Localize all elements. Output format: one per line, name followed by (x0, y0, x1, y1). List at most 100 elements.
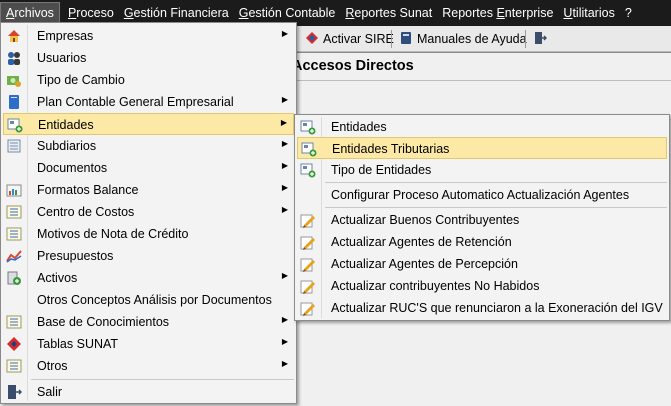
menu-separator (31, 379, 294, 380)
submenu-arrow-icon: ▶ (281, 271, 288, 280)
menu-help-label: ? (624, 6, 632, 20)
submenu-item-entidades[interactable]: Entidades (297, 116, 667, 138)
activar-sire-label: Activar SIRE (323, 32, 394, 46)
edit-icon (300, 256, 316, 272)
menu-proceso[interactable]: Proceso (63, 2, 119, 24)
submenu-item-label: Entidades Tributarias (332, 142, 450, 156)
exit-icon (6, 384, 23, 400)
menu-item-salir[interactable]: Salir (3, 381, 294, 403)
menu-item-tablas-sunat[interactable]: Tablas SUNAT ▶ (3, 333, 294, 355)
menu-item-label: Subdiarios (37, 139, 97, 153)
menu-item-label: Empresas (37, 29, 94, 43)
submenu-item-actualizar-buenos-contribuyentes[interactable]: Actualizar Buenos Contribuyentes (297, 209, 667, 231)
list-icon (6, 314, 22, 330)
menu-item-otros-conceptos[interactable]: Otros Conceptos Análisis por Documentos (3, 289, 294, 311)
submenu-arrow-icon: ▶ (281, 315, 288, 324)
menu-item-entidades[interactable]: Entidades ▶ (3, 113, 294, 135)
exit-icon (533, 31, 548, 48)
manuales-ayuda-button[interactable]: Manuales de Ayuda (395, 28, 531, 50)
entities-icon (300, 162, 316, 178)
submenu-item-entidades-tributarias[interactable]: Entidades Tributarias (297, 137, 667, 159)
menu-archivos[interactable]: Archivos (0, 2, 60, 24)
menu-utilitarios-label: tilitarios (572, 6, 615, 20)
list-icon (6, 204, 22, 220)
toolbar-separator (391, 30, 392, 48)
submenu-arrow-icon: ▶ (281, 183, 288, 192)
submenu-item-label: Actualizar Buenos Contribuyentes (331, 213, 520, 227)
menu-item-documentos[interactable]: Documentos ▶ (3, 157, 294, 179)
sire-icon (305, 31, 319, 48)
menu-reportes-enterprise[interactable]: Reportes Enterprise (437, 2, 558, 24)
activar-sire-button[interactable]: Activar SIRE (301, 28, 398, 50)
submenu-arrow-icon: ▶ (281, 139, 288, 148)
menu-item-presupuestos[interactable]: Presupuestos (3, 245, 294, 267)
submenu-item-actualizar-rucs-exoneracion[interactable]: Actualizar RUC'S que renunciaron a la Ex… (297, 297, 667, 319)
menu-item-motivos-nota-credito[interactable]: Motivos de Nota de Crédito (3, 223, 294, 245)
house-icon (6, 28, 22, 44)
exit-toolbar-button[interactable] (529, 28, 551, 50)
toolbar-separator (525, 30, 526, 48)
menu-item-label: Tablas SUNAT (37, 337, 119, 351)
menu-reportes-sunat[interactable]: Reportes Sunat (340, 2, 437, 24)
menu-proceso-label: roceso (76, 6, 114, 20)
menu-reportes-enterprise-label: nterprise (504, 6, 554, 20)
submenu-arrow-icon: ▶ (280, 118, 287, 127)
submenu-item-label: Entidades (331, 120, 387, 134)
menu-item-label: Motivos de Nota de Crédito (37, 227, 189, 241)
menu-gestion-financiera-mnemonic: G (123, 6, 134, 20)
submenu-item-tipo-entidades[interactable]: Tipo de Entidades (297, 159, 667, 181)
menu-gestion-contable-label: estión Contable (248, 6, 336, 20)
chart-line-icon (6, 248, 22, 264)
archivos-dropdown: Empresas ▶ Usuarios Tipo de Cambio Plan … (0, 22, 297, 404)
submenu-arrow-icon: ▶ (281, 29, 288, 38)
menu-item-usuarios[interactable]: Usuarios (3, 47, 294, 69)
menu-item-empresas[interactable]: Empresas ▶ (3, 25, 294, 47)
menu-item-base-conocimientos[interactable]: Base de Conocimientos ▶ (3, 311, 294, 333)
edit-icon (300, 278, 316, 294)
menu-utilitarios[interactable]: Utilitarios (558, 2, 619, 24)
menu-gestion-financiera-label: estión Financiera (133, 6, 229, 20)
menu-help[interactable]: ? (620, 2, 637, 24)
entities-icon (300, 119, 316, 135)
edit-icon (300, 212, 316, 228)
submenu-item-label: Configurar Proceso Automatico Actualizac… (331, 188, 630, 202)
menu-item-label: Activos (37, 271, 78, 285)
menu-item-label: Plan Contable General Empresarial (37, 95, 234, 109)
menu-item-centro-costos[interactable]: Centro de Costos ▶ (3, 201, 294, 223)
menu-gestion-contable[interactable]: Gestión Contable (234, 2, 341, 24)
menu-separator (325, 182, 667, 183)
menu-item-label: Presupuestos (37, 249, 114, 263)
ledger-icon (6, 138, 22, 154)
entities-icon (301, 141, 317, 157)
menu-item-subdiarios[interactable]: Subdiarios ▶ (3, 135, 294, 157)
menu-item-label: Salir (37, 385, 63, 399)
list-icon (6, 358, 22, 374)
menu-reportes-sunat-label: eportes Sunat (354, 6, 433, 20)
entidades-submenu: Entidades Entidades Tributarias Tipo de … (294, 114, 670, 321)
menu-reportes-enterprise-prefix: Reportes (442, 6, 497, 20)
submenu-item-actualizar-agentes-retencion[interactable]: Actualizar Agentes de Retención (297, 231, 667, 253)
menu-item-plan-contable[interactable]: Plan Contable General Empresarial ▶ (3, 91, 294, 113)
menu-item-tipo-cambio[interactable]: Tipo de Cambio (3, 69, 294, 91)
menu-reportes-enterprise-mnemonic: E (496, 6, 505, 20)
book-icon (6, 94, 22, 110)
submenu-item-label: Actualizar RUC'S que renunciaron a la Ex… (331, 301, 663, 315)
menu-gestion-financiera[interactable]: Gestión Financiera (119, 2, 234, 24)
menu-item-formatos-balance[interactable]: Formatos Balance ▶ (3, 179, 294, 201)
manuales-ayuda-label: Manuales de Ayuda (417, 32, 527, 46)
submenu-item-label: Actualizar contribuyentes No Habidos (331, 279, 540, 293)
submenu-item-actualizar-no-habidos[interactable]: Actualizar contribuyentes No Habidos (297, 275, 667, 297)
menu-item-activos[interactable]: Activos ▶ (3, 267, 294, 289)
submenu-item-configurar-proceso[interactable]: Configurar Proceso Automatico Actualizac… (297, 184, 667, 206)
menu-item-label: Otros Conceptos Análisis por Documentos (37, 293, 272, 307)
book-icon (399, 31, 413, 48)
submenu-item-label: Actualizar Agentes de Percepción (331, 257, 518, 271)
sunat-icon (6, 336, 22, 352)
list-icon (6, 226, 22, 242)
menu-item-label: Tipo de Cambio (37, 73, 125, 87)
submenu-item-actualizar-agentes-percepcion[interactable]: Actualizar Agentes de Percepción (297, 253, 667, 275)
submenu-arrow-icon: ▶ (281, 337, 288, 346)
menu-item-otros[interactable]: Otros ▶ (3, 355, 294, 377)
users-icon (6, 50, 22, 66)
menu-item-label: Centro de Costos (37, 205, 135, 219)
